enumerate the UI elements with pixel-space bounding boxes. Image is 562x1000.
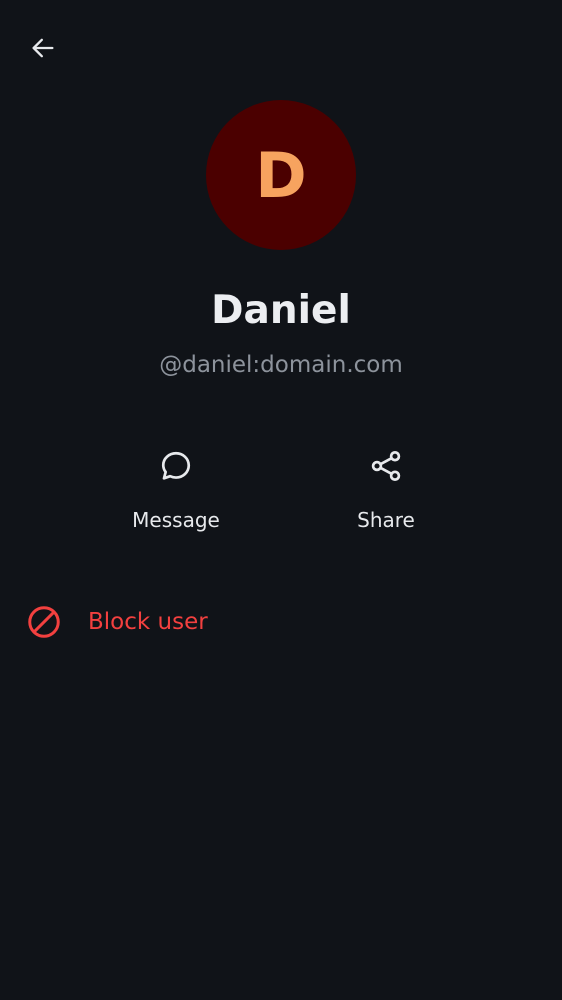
display-name: Daniel [211, 288, 351, 333]
message-label: Message [132, 508, 220, 532]
avatar-initial: D [255, 139, 307, 212]
share-label: Share [357, 508, 415, 532]
message-button[interactable]: Message [96, 444, 256, 544]
avatar[interactable]: D [206, 100, 356, 250]
block-user-label: Block user [88, 609, 208, 635]
share-button[interactable]: Share [306, 444, 466, 544]
block-icon [24, 602, 64, 642]
arrow-left-icon [29, 34, 57, 67]
back-button[interactable] [22, 29, 64, 71]
chat-bubble-icon [156, 446, 196, 486]
share-icon [366, 446, 406, 486]
block-user-button[interactable]: Block user [0, 592, 562, 652]
user-id: @daniel:domain.com [159, 352, 403, 378]
